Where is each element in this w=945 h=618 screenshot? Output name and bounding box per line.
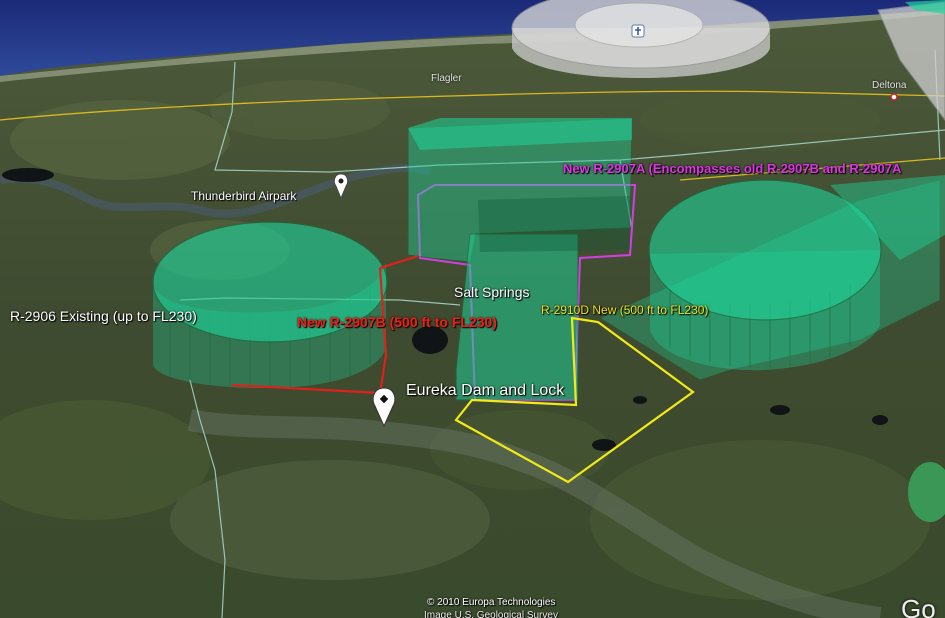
r2910d-label[interactable]: R-2910D New (500 ft to FL230) xyxy=(541,303,708,317)
r2906-airspace[interactable] xyxy=(152,221,388,389)
deltona-label[interactable]: Deltona xyxy=(872,80,906,91)
town-dot-icon[interactable] xyxy=(890,93,898,101)
r2907b-label[interactable]: New R-2907B (500 ft to FL230) xyxy=(297,314,497,330)
flagler-label: Flagler xyxy=(431,73,462,84)
r2907a-label[interactable]: New R-2907A (Encompasses old R-2907B and… xyxy=(563,161,901,176)
google-logo: Go xyxy=(901,594,936,618)
attribution-line-2: Image U.S. Geological Survey xyxy=(424,610,558,618)
airport-airspace[interactable] xyxy=(511,0,771,78)
r2906-label[interactable]: R-2906 Existing (up to FL230) xyxy=(10,308,197,324)
thunderbird-airpark-label[interactable]: Thunderbird Airpark xyxy=(191,189,296,203)
eureka-dam-label[interactable]: Eureka Dam and Lock xyxy=(406,382,564,400)
salt-springs-label[interactable]: Salt Springs xyxy=(454,284,529,300)
map-view[interactable]: Thunderbird Airpark Salt Springs Eureka … xyxy=(0,0,945,618)
attribution-line-1: © 2010 Europa Technologies xyxy=(427,597,556,608)
airport-icon[interactable] xyxy=(631,24,645,38)
